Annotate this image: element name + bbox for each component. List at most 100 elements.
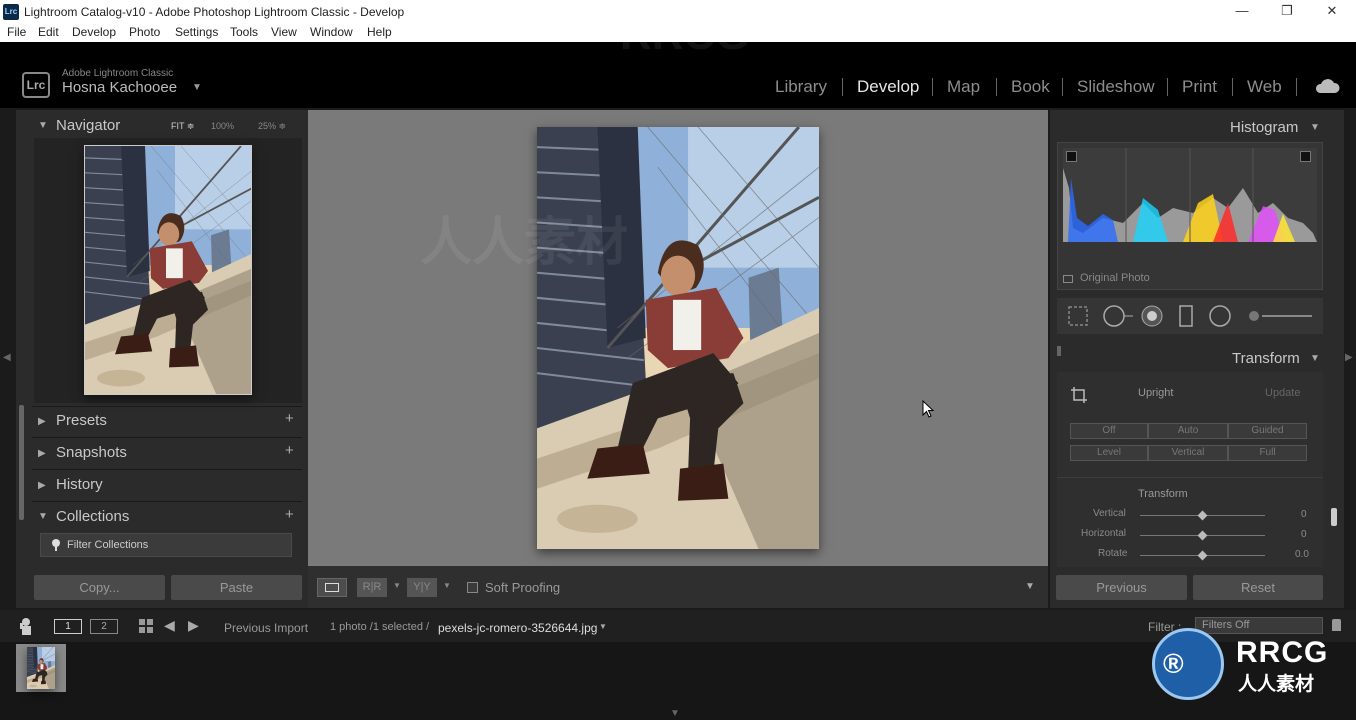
original-photo-label: Original Photo — [1080, 272, 1150, 284]
right-panel-toggle-icon[interactable]: ▶ — [1345, 352, 1353, 363]
shadow-clipping-icon[interactable] — [1066, 151, 1077, 162]
close-icon[interactable]: ✕ — [1323, 3, 1341, 19]
collapse-triangle-icon[interactable]: ▼ — [38, 511, 48, 522]
soft-proofing-checkbox[interactable] — [467, 582, 478, 593]
filmstrip-toggle-icon[interactable]: ▼ — [670, 708, 680, 719]
divider — [32, 469, 302, 470]
snapshots-header[interactable]: Snapshots — [56, 444, 127, 461]
navigator-title[interactable]: Navigator — [56, 117, 120, 134]
original-photo-checkbox[interactable] — [1063, 275, 1073, 283]
divider — [32, 437, 302, 438]
upright-full-button[interactable]: Full — [1228, 445, 1307, 461]
before-after-lr-button[interactable]: R|R — [357, 578, 387, 597]
filmstrip-source[interactable]: Previous Import — [224, 621, 308, 635]
panel-grip[interactable] — [1057, 346, 1061, 356]
collapse-triangle-icon[interactable]: ▼ — [38, 120, 48, 131]
main-window-button[interactable]: 1 — [54, 619, 82, 634]
menu-develop[interactable]: Develop — [72, 25, 116, 39]
rotate-slider-value[interactable]: 0.0 — [1295, 549, 1309, 560]
presets-header[interactable]: Presets — [56, 412, 107, 429]
module-separator — [996, 78, 997, 96]
expand-triangle-icon[interactable]: ▶ — [38, 448, 46, 459]
red-eye-icon[interactable] — [1140, 304, 1164, 328]
add-snapshot-icon[interactable]: + — [285, 442, 294, 459]
upright-level-button[interactable]: Level — [1070, 445, 1148, 461]
chevron-down-icon[interactable]: ▼ — [443, 581, 451, 590]
forward-arrow-icon[interactable]: ▶ — [188, 617, 199, 634]
radial-filter-icon[interactable] — [1208, 304, 1232, 328]
add-preset-icon[interactable]: + — [285, 410, 294, 427]
spot-removal-icon[interactable] — [1101, 304, 1135, 328]
menu-settings[interactable]: Settings — [175, 25, 218, 39]
second-window-icon[interactable] — [17, 615, 37, 637]
collections-header[interactable]: Collections — [56, 508, 129, 525]
module-slideshow[interactable]: Slideshow — [1077, 77, 1155, 97]
back-arrow-icon[interactable]: ◀ — [164, 617, 175, 634]
transform-tool-icon[interactable] — [1070, 386, 1088, 404]
upright-label: Upright — [1138, 387, 1174, 399]
menu-view[interactable]: View — [271, 25, 297, 39]
zoom-custom[interactable]: 25% ≑ — [258, 121, 286, 132]
chevron-down-icon[interactable]: ▼ — [599, 622, 607, 631]
chevron-down-icon[interactable]: ▼ — [192, 82, 202, 93]
upright-off-button[interactable]: Off — [1070, 423, 1148, 439]
crop-overlay-icon[interactable] — [1067, 305, 1089, 327]
left-panel-toggle-icon[interactable]: ◀ — [3, 352, 11, 363]
collapse-triangle-icon[interactable]: ▼ — [1310, 122, 1320, 133]
upright-vertical-button[interactable]: Vertical — [1148, 445, 1228, 461]
menu-help[interactable]: Help — [367, 25, 392, 39]
main-photo[interactable] — [537, 127, 819, 549]
module-book[interactable]: Book — [1011, 77, 1050, 97]
identity-bar — [0, 42, 1356, 108]
adjustment-brush-icon[interactable] — [1246, 306, 1314, 326]
highlight-clipping-icon[interactable] — [1300, 151, 1311, 162]
lock-icon[interactable] — [1332, 619, 1341, 631]
module-separator — [1296, 78, 1297, 96]
minimize-icon[interactable]: — — [1233, 3, 1251, 19]
filmstrip-thumbnail[interactable] — [27, 647, 55, 689]
vertical-slider-value[interactable]: 0 — [1301, 509, 1307, 520]
collapse-triangle-icon[interactable]: ▼ — [1310, 353, 1320, 364]
filmstrip-filename[interactable]: pexels-jc-romero-3526644.jpg — [438, 621, 597, 635]
menu-file[interactable]: File — [7, 25, 26, 39]
toolbar-menu-icon[interactable]: ▼ — [1025, 581, 1035, 592]
upright-guided-button[interactable]: Guided — [1228, 423, 1307, 439]
module-develop[interactable]: Develop — [857, 77, 919, 97]
transform-header[interactable]: Transform — [1232, 350, 1300, 367]
module-library[interactable]: Library — [775, 77, 827, 97]
horizontal-slider-value[interactable]: 0 — [1301, 529, 1307, 540]
previous-button[interactable]: Previous — [1056, 575, 1187, 600]
left-panel-scrollbar[interactable] — [19, 405, 24, 520]
before-after-tb-button[interactable]: Y|Y — [407, 578, 437, 597]
secondary-window-button[interactable]: 2 — [90, 619, 118, 634]
zoom-fit[interactable]: FIT ≑ — [171, 121, 194, 132]
right-panel-scrollbar[interactable] — [1331, 508, 1337, 526]
upright-auto-button[interactable]: Auto — [1148, 423, 1228, 439]
history-header[interactable]: History — [56, 476, 103, 493]
loupe-view-button[interactable] — [317, 578, 347, 597]
module-map[interactable]: Map — [947, 77, 980, 97]
filter-select[interactable]: Filters Off — [1195, 617, 1323, 634]
add-collection-icon[interactable]: + — [285, 506, 294, 523]
identity-user[interactable]: Hosna Kachooee — [62, 79, 177, 96]
module-web[interactable]: Web — [1247, 77, 1282, 97]
histogram-header[interactable]: Histogram — [1230, 119, 1298, 136]
grid-view-icon[interactable] — [138, 618, 154, 634]
reset-button[interactable]: Reset — [1193, 575, 1323, 600]
copy-button[interactable]: Copy... — [34, 575, 165, 600]
expand-triangle-icon[interactable]: ▶ — [38, 416, 46, 427]
paste-button[interactable]: Paste — [171, 575, 302, 600]
menu-tools[interactable]: Tools — [230, 25, 258, 39]
zoom-100[interactable]: 100% — [211, 121, 234, 131]
menu-edit[interactable]: Edit — [38, 25, 59, 39]
menu-photo[interactable]: Photo — [129, 25, 160, 39]
graduated-filter-icon[interactable] — [1178, 304, 1194, 328]
navigator-thumbnail[interactable] — [84, 145, 252, 395]
cloud-icon[interactable] — [1314, 78, 1340, 94]
module-print[interactable]: Print — [1182, 77, 1217, 97]
expand-triangle-icon[interactable]: ▶ — [38, 480, 46, 491]
menu-window[interactable]: Window — [310, 25, 353, 39]
maximize-icon[interactable]: ❐ — [1278, 3, 1296, 19]
chevron-down-icon[interactable]: ▼ — [393, 581, 401, 590]
update-button[interactable]: Update — [1265, 387, 1300, 399]
